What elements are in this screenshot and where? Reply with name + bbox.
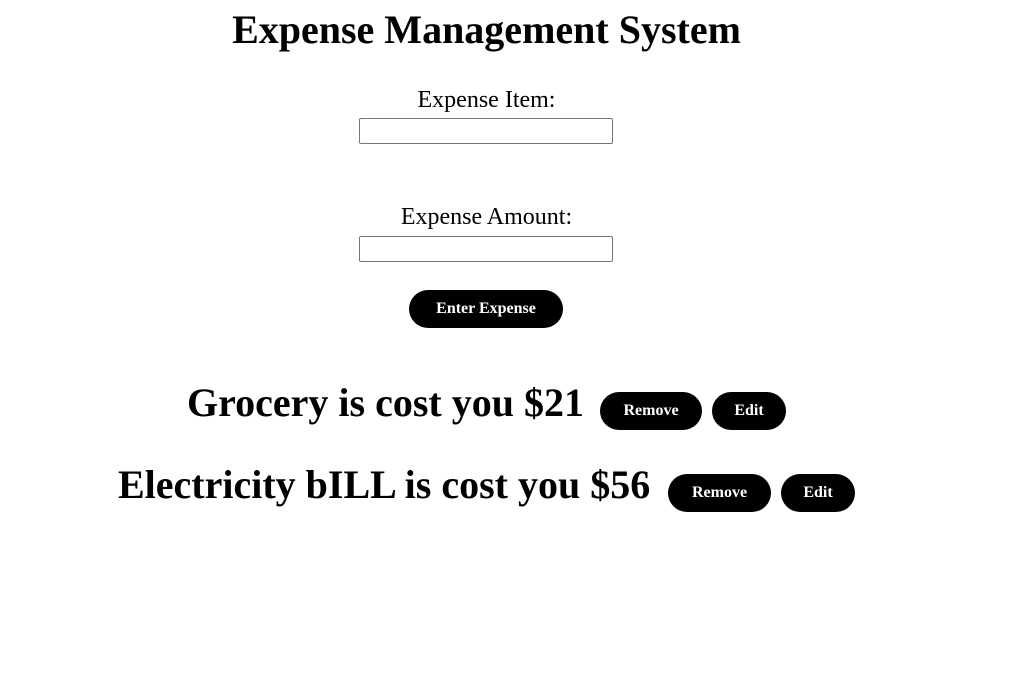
remove-expense-button[interactable]: Remove — [600, 392, 702, 430]
remove-expense-button[interactable]: Remove — [668, 474, 771, 512]
edit-expense-button[interactable]: Edit — [712, 392, 786, 430]
expense-description: Grocery is cost you $21 — [187, 380, 584, 425]
enter-expense-button[interactable]: Enter Expense — [409, 290, 563, 328]
expense-description: Electricity bILL is cost you $56 — [118, 462, 651, 507]
expense-app: Expense Management System Expense Item: … — [0, 0, 1026, 687]
edit-expense-button[interactable]: Edit — [781, 474, 855, 512]
expense-item-input[interactable] — [359, 118, 613, 144]
expense-amount-input[interactable] — [359, 236, 613, 262]
page-title: Expense Management System — [232, 7, 741, 52]
expense-item-label: Expense Item: — [417, 87, 556, 113]
expense-amount-label: Expense Amount: — [400, 204, 573, 230]
